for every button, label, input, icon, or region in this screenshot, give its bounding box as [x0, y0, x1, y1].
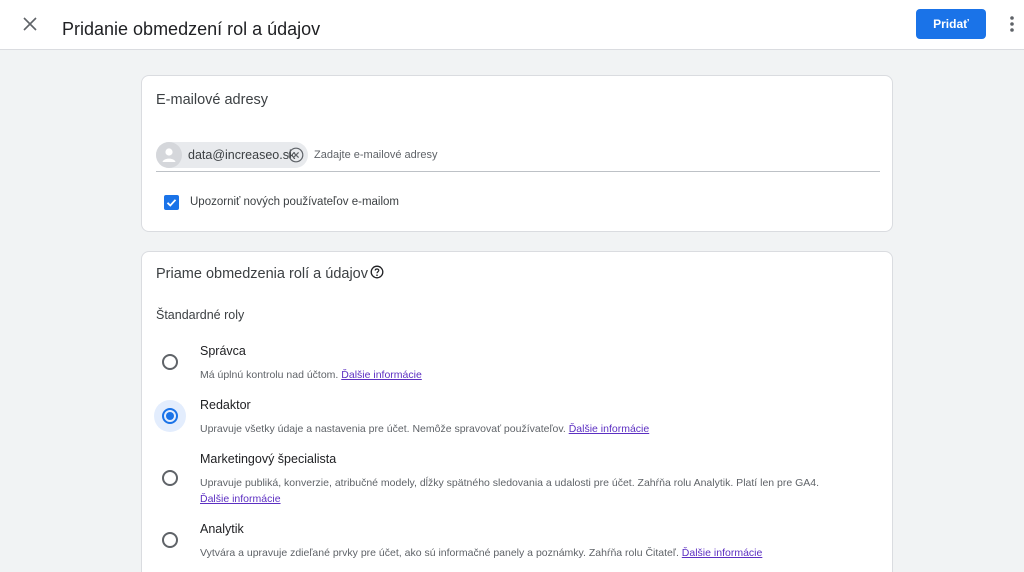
radio-analytik[interactable] [162, 532, 178, 548]
email-input[interactable] [314, 144, 614, 166]
standard-roles-heading: Štandardné roly [156, 308, 245, 322]
input-underline [156, 171, 880, 172]
chip-label: data@increaseo.sk [188, 148, 296, 162]
role-desc-spravca: Má úplnú kontrolu nad účtom. Ďalšie info… [200, 369, 422, 381]
roles-heading: Priame obmedzenia rolí a údajov [156, 266, 368, 282]
role-name-redaktor: Redaktor [200, 398, 251, 412]
role-name-analytik: Analytik [200, 522, 244, 536]
learn-more-link[interactable]: Ďalšie informácie [569, 423, 650, 435]
radio-spravca[interactable] [162, 354, 178, 370]
more-vert-icon[interactable] [1002, 13, 1022, 35]
notify-checkbox[interactable] [164, 195, 179, 210]
role-desc-analytik: Vytvára a upravuje zdieľané prvky pre úč… [200, 547, 763, 559]
role-desc-marketing: Upravuje publiká, konverzie, atribučné m… [200, 477, 820, 505]
role-desc-redaktor: Upravuje všetky údaje a nastavenia pre ú… [200, 423, 650, 435]
add-button[interactable]: Pridať [916, 9, 986, 39]
help-icon[interactable] [370, 265, 384, 279]
role-name-spravca: Správca [200, 344, 246, 358]
radio-marketing[interactable] [162, 470, 178, 486]
check-icon [166, 199, 177, 207]
cancel-icon[interactable] [288, 147, 304, 163]
learn-more-link[interactable]: Ďalšie informácie [341, 369, 422, 381]
page-title: Pridanie obmedzení rol a údajov [62, 19, 321, 39]
person-icon [156, 142, 182, 168]
top-bar: Pridanie obmedzení rol a údajov Pridať [0, 0, 1024, 50]
email-chip[interactable]: data@increaseo.sk [156, 142, 308, 168]
learn-more-link[interactable]: Ďalšie informácie [682, 547, 763, 559]
email-card: E-mailové adresy data@increaseo.sk Upozo… [141, 75, 893, 232]
email-heading: E-mailové adresy [156, 92, 269, 108]
radio-redaktor[interactable] [162, 408, 178, 424]
notify-label: Upozorniť nových používateľov e-mailom [190, 196, 400, 208]
close-icon[interactable] [19, 13, 41, 35]
role-name-marketing: Marketingový špecialista [200, 452, 337, 466]
roles-card: Priame obmedzenia rolí a údajov Štandard… [141, 251, 893, 572]
learn-more-link[interactable]: Ďalšie informácie [200, 493, 281, 505]
